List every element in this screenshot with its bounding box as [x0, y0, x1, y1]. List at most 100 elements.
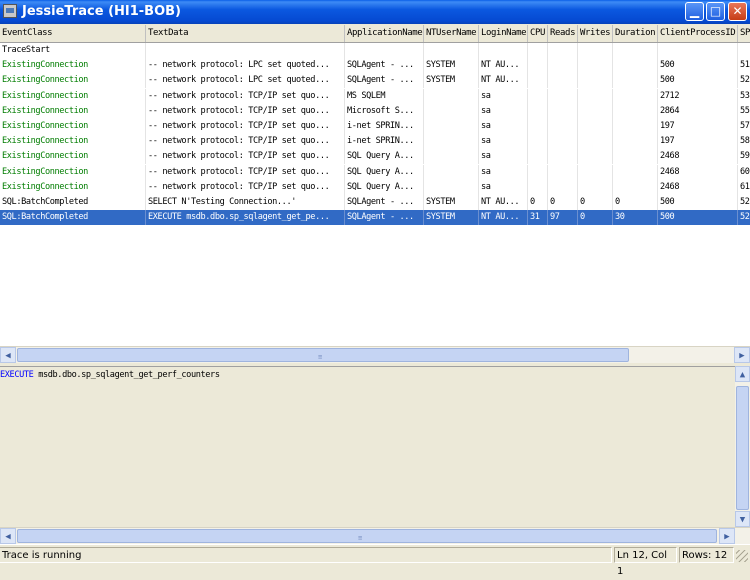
resize-grip-icon[interactable] [736, 550, 748, 562]
cell-event-class: ExistingConnection [0, 103, 146, 119]
status-bar: Trace is running Ln 12, Col 1 Rows: 12 [0, 544, 750, 577]
cell-spid: 58 [738, 134, 750, 149]
cell-cpu [528, 58, 548, 74]
grid-hscroll-thumb[interactable]: ≡ [17, 348, 629, 362]
cell-application-name: SQL Query A... [345, 179, 424, 195]
cell-login-name: sa [479, 164, 528, 180]
cell-reads: 0 [548, 194, 578, 210]
column-header-text-data[interactable]: TextData [146, 25, 345, 42]
cell-application-name: SQLAgent - ... [345, 210, 424, 226]
cell-client-process-id: 2864 [658, 103, 738, 119]
column-header-nt-user-name[interactable]: NTUserName [424, 25, 479, 42]
table-row[interactable]: TraceStart [0, 43, 750, 58]
column-header-login-name[interactable]: LoginName [479, 25, 528, 42]
cell-spid: 52 [738, 195, 750, 210]
cell-spid: 53 [738, 89, 750, 104]
cell-cpu [528, 73, 548, 89]
chevron-left-icon: ◀ [5, 532, 11, 542]
cell-reads [548, 43, 578, 58]
cell-event-class: TraceStart [0, 43, 146, 58]
cell-reads [548, 103, 578, 119]
table-row[interactable]: ExistingConnection -- network protocol: T… [0, 103, 750, 119]
table-row[interactable]: ExistingConnection -- network protocol: T… [0, 88, 750, 104]
cell-duration [613, 179, 658, 195]
scroll-left-button[interactable]: ◀ [0, 347, 16, 363]
cell-client-process-id: 500 [658, 73, 738, 89]
cell-writes: 0 [578, 210, 613, 226]
title-bar[interactable]: JessieTrace (HI1-BOB) ▁ □ ✕ [0, 0, 750, 24]
cell-login-name [479, 43, 528, 58]
cell-text-data: EXECUTE msdb.dbo.sp_sqlagent_get_pe... [146, 210, 345, 226]
cell-nt-user-name: SYSTEM [424, 194, 479, 210]
cell-client-process-id: 500 [658, 210, 738, 226]
table-row[interactable]: ExistingConnection -- network protocol: T… [0, 149, 750, 165]
cell-nt-user-name [424, 43, 479, 58]
cell-application-name: i-net SPRIN... [345, 118, 424, 134]
scroll-right-button[interactable]: ▶ [734, 347, 750, 363]
scroll-down-button[interactable]: ▼ [735, 511, 750, 527]
cell-duration [613, 73, 658, 89]
scroll-up-button[interactable]: ▲ [735, 366, 750, 382]
cell-reads: 97 [548, 210, 578, 226]
column-header-event-class[interactable]: EventClass [0, 25, 146, 42]
cell-application-name: SQL Query A... [345, 149, 424, 165]
cell-event-class: ExistingConnection [0, 73, 146, 89]
detail-vscroll-thumb[interactable] [736, 386, 749, 510]
column-header-reads[interactable]: Reads [548, 25, 578, 42]
close-button[interactable]: ✕ [728, 2, 747, 21]
column-header-duration[interactable]: Duration [613, 25, 658, 42]
cell-client-process-id [658, 43, 738, 58]
cell-cpu [528, 103, 548, 119]
cell-duration: 30 [613, 210, 658, 226]
cell-text-data: -- network protocol: TCP/IP set quo... [146, 134, 345, 150]
cell-spid: 52 [738, 210, 750, 225]
grid-header: EventClass TextData ApplicationName NTUserN… [0, 25, 750, 43]
grid-hscrollbar[interactable]: ◀ ≡ ▶ [0, 346, 750, 363]
detail-hscroll-thumb[interactable]: ≡ [17, 529, 717, 543]
cell-nt-user-name [424, 149, 479, 165]
table-row[interactable]: ExistingConnection -- network protocol: L… [0, 73, 750, 89]
scroll-left-button[interactable]: ◀ [0, 528, 16, 544]
column-header-writes[interactable]: Writes [578, 25, 613, 42]
trace-grid[interactable]: EventClass TextData ApplicationName NTUserN… [0, 25, 750, 346]
scroll-right-button[interactable]: ▶ [719, 528, 735, 544]
column-header-client-process-id[interactable]: ClientProcessID [658, 25, 738, 42]
cell-login-name: sa [479, 118, 528, 134]
cell-writes [578, 103, 613, 119]
table-row[interactable]: ExistingConnection -- network protocol: T… [0, 179, 750, 195]
detail-vscrollbar[interactable]: ▲ ▼ [735, 366, 750, 527]
cell-nt-user-name [424, 103, 479, 119]
detail-hscrollbar[interactable]: ◀ ≡ ▶ [0, 527, 750, 544]
cell-login-name: sa [479, 149, 528, 165]
cell-writes [578, 43, 613, 58]
cell-client-process-id: 500 [658, 58, 738, 74]
cell-login-name: NT AU... [479, 210, 528, 226]
app-icon[interactable] [3, 4, 17, 18]
table-row[interactable]: ExistingConnection -- network protocol: L… [0, 58, 750, 74]
table-row[interactable]: SQL:BatchCompleted SELECT N'Testing Conne… [0, 194, 750, 210]
table-row[interactable]: SQL:BatchCompleted EXECUTE msdb.dbo.sp_sq… [0, 210, 750, 226]
cell-text-data: -- network protocol: LPC set quoted... [146, 58, 345, 74]
cell-event-class: ExistingConnection [0, 179, 146, 195]
chevron-left-icon: ◀ [5, 351, 11, 361]
table-row[interactable]: ExistingConnection -- network protocol: T… [0, 118, 750, 134]
column-header-spid[interactable]: SP [738, 25, 750, 42]
maximize-button[interactable]: □ [706, 2, 725, 21]
table-row[interactable]: ExistingConnection -- network protocol: T… [0, 134, 750, 150]
cell-nt-user-name: SYSTEM [424, 58, 479, 74]
table-row[interactable]: ExistingConnection -- network protocol: T… [0, 164, 750, 180]
cell-duration [613, 134, 658, 150]
cell-event-class: ExistingConnection [0, 58, 146, 74]
cell-login-name: NT AU... [479, 73, 528, 89]
cell-writes [578, 179, 613, 195]
grip-icon: ≡ [318, 353, 323, 361]
minimize-button[interactable]: ▁ [685, 2, 704, 21]
cell-login-name: sa [479, 179, 528, 195]
cell-event-class: ExistingConnection [0, 118, 146, 134]
cell-text-data: -- network protocol: TCP/IP set quo... [146, 88, 345, 104]
column-header-cpu[interactable]: CPU [528, 25, 548, 42]
cell-login-name: sa [479, 103, 528, 119]
column-header-application-name[interactable]: ApplicationName [345, 25, 424, 42]
text-data-pane[interactable]: EXECUTE msdb.dbo.sp_sqlagent_get_perf_co… [0, 366, 735, 528]
cursor-position: Ln 12, Col 1 [614, 547, 677, 577]
